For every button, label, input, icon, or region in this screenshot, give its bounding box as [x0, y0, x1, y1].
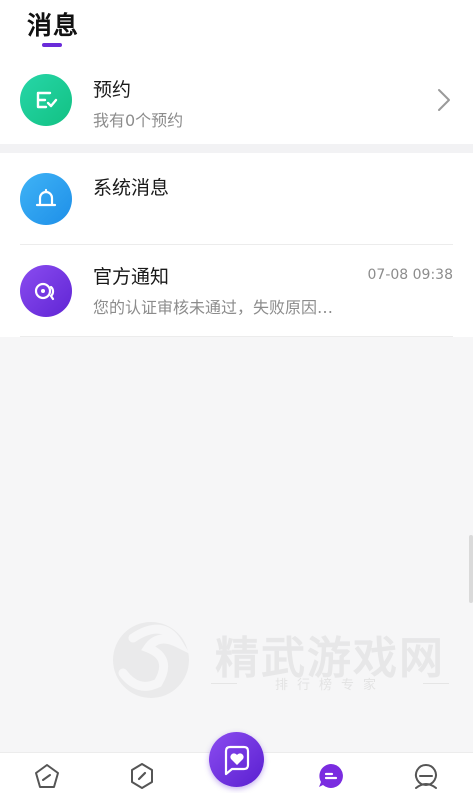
reservation-icon — [20, 74, 72, 126]
top-header: 消息 — [0, 0, 473, 58]
official-notice-time: 07-08 09:38 — [367, 267, 453, 283]
tab-discover[interactable] — [127, 761, 157, 791]
message-list: 系统消息 官方通知 07-08 09:38 您的认证审核未通过，失败原因… — [0, 153, 473, 337]
section-gap — [0, 144, 473, 153]
page-title: 消息 — [27, 11, 80, 40]
official-notice-title: 官方通知 — [93, 266, 170, 288]
tab-home[interactable] — [32, 761, 62, 791]
scrollbar[interactable] — [469, 535, 473, 603]
home-icon — [35, 764, 59, 788]
system-message-row[interactable]: 系统消息 — [0, 153, 473, 245]
chevron-right-icon — [438, 89, 450, 111]
heart-chat-icon — [224, 745, 249, 775]
official-notice-row[interactable]: 官方通知 07-08 09:38 您的认证审核未通过，失败原因… — [0, 245, 473, 337]
tab-match-button[interactable] — [209, 732, 264, 787]
watermark-emblem-icon — [113, 622, 190, 698]
watermark-tagline: 排行榜专家 — [211, 674, 449, 693]
tab-messages[interactable] — [316, 761, 346, 791]
system-message-title: 系统消息 — [93, 177, 170, 199]
message-icon — [319, 764, 343, 788]
reservation-subtitle: 我有0个预约 — [93, 111, 184, 130]
bell-icon — [20, 173, 72, 225]
tab-profile[interactable] — [411, 761, 441, 791]
profile-icon — [414, 764, 437, 789]
reservation-row[interactable]: 预约 我有0个预约 — [0, 58, 473, 144]
chat-bubble-icon — [20, 265, 72, 317]
watermark-logo: 精武游戏网 排行榜专家 — [103, 608, 453, 703]
reservation-title: 预约 — [93, 79, 132, 101]
compass-icon — [131, 763, 153, 789]
title-indicator — [42, 43, 62, 47]
official-notice-preview: 您的认证审核未通过，失败原因… — [93, 298, 334, 317]
row-divider — [20, 336, 453, 337]
